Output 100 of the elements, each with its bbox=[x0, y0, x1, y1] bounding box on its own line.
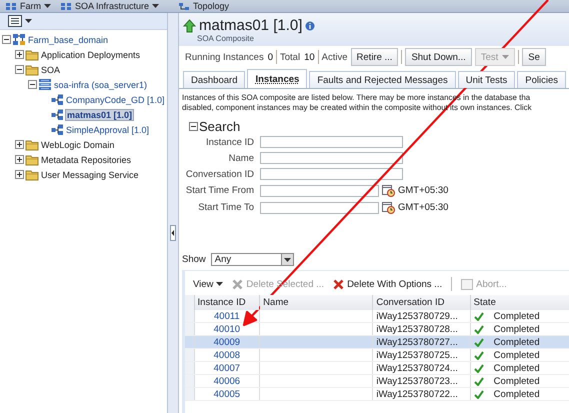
state-text: Completed bbox=[494, 310, 540, 322]
column-header[interactable]: Instance ID bbox=[194, 295, 260, 310]
view-menu[interactable]: View bbox=[193, 278, 224, 290]
state-text: Completed bbox=[494, 376, 540, 386]
row-header-cell[interactable] bbox=[185, 348, 194, 362]
expander-icon[interactable] bbox=[15, 170, 24, 179]
composite-icon bbox=[51, 108, 64, 120]
row-header-cell[interactable] bbox=[185, 362, 194, 374]
tree-item[interactable]: CompanyCode_GD [1.0] bbox=[65, 94, 166, 104]
table-cell: iWay1253780723... bbox=[372, 374, 470, 388]
check-icon bbox=[474, 350, 484, 360]
tab[interactable]: Policies bbox=[517, 71, 566, 88]
toolbar-button[interactable]: Se bbox=[522, 48, 546, 66]
tab[interactable]: Dashboard bbox=[183, 71, 246, 88]
toolbar-action[interactable]: Delete With Options ... bbox=[333, 278, 442, 290]
composite-icon bbox=[51, 94, 64, 106]
column-header[interactable]: Name bbox=[260, 295, 373, 310]
check-icon bbox=[474, 364, 484, 372]
info-icon[interactable] bbox=[305, 20, 316, 30]
menu[interactable]: Farm bbox=[6, 1, 51, 11]
caret-icon bbox=[502, 55, 510, 59]
table-row[interactable]: 40006 iWay1253780723... Completed bbox=[185, 374, 569, 388]
tree-item[interactable]: soa-infra (soa_server1) bbox=[53, 80, 148, 90]
row-header-cell[interactable] bbox=[185, 374, 194, 388]
tree-item[interactable]: matmas01 [1.0] bbox=[65, 108, 134, 120]
tree-item[interactable]: User Messaging Service bbox=[40, 170, 140, 180]
diagram-icon bbox=[179, 2, 190, 10]
table-row[interactable]: 40005 iWay1253780722... Completed bbox=[185, 388, 569, 400]
state-text: Completed bbox=[494, 362, 540, 374]
instance-id-link[interactable]: 40007 bbox=[194, 362, 260, 374]
expander-icon[interactable] bbox=[15, 50, 24, 59]
check-icon bbox=[474, 338, 484, 346]
table-row[interactable]: 40007 iWay1253780724... Completed bbox=[185, 362, 569, 374]
expander-icon[interactable] bbox=[15, 65, 24, 74]
composite-subtitle: SOA Composite bbox=[196, 34, 255, 43]
state-text: Completed bbox=[494, 336, 540, 348]
tab[interactable]: Unit Tests bbox=[458, 71, 516, 88]
expander-icon[interactable] bbox=[28, 80, 37, 89]
expander-icon[interactable] bbox=[2, 35, 11, 44]
tab[interactable]: Instances bbox=[247, 69, 308, 88]
input-field[interactable] bbox=[260, 136, 403, 148]
menu[interactable]: SOA Infrastructure bbox=[61, 1, 160, 11]
delete-icon bbox=[232, 278, 244, 290]
list-view-icon[interactable] bbox=[8, 15, 22, 27]
tree-item[interactable]: Application Deployments bbox=[40, 50, 142, 60]
calendar-clock-icon[interactable] bbox=[382, 201, 395, 214]
check-icon bbox=[474, 376, 484, 386]
folder-icon bbox=[25, 154, 39, 166]
toolbar-button[interactable]: Shut Down... bbox=[405, 48, 472, 66]
header-corner bbox=[185, 295, 194, 310]
tree-item[interactable]: Metadata Repositories bbox=[40, 154, 132, 164]
state-text: Completed bbox=[494, 350, 540, 360]
instance-id-link[interactable]: 40009 bbox=[194, 336, 260, 348]
instance-id-link[interactable]: 40008 bbox=[194, 348, 260, 362]
field-label: Name bbox=[228, 152, 254, 164]
show-select[interactable]: Any bbox=[210, 253, 294, 266]
caret-icon bbox=[284, 258, 291, 262]
tree-item[interactable]: WebLogic Domain bbox=[40, 140, 116, 150]
input-field[interactable] bbox=[260, 168, 403, 180]
folder-icon bbox=[25, 168, 39, 180]
instance-id-link[interactable]: 40006 bbox=[194, 374, 260, 388]
folder-icon bbox=[25, 138, 39, 150]
tree-item[interactable]: SOA bbox=[40, 64, 62, 74]
show-label: Show bbox=[182, 254, 206, 265]
expander-icon[interactable] bbox=[15, 155, 24, 164]
input-field[interactable] bbox=[260, 152, 403, 164]
abort-icon bbox=[461, 278, 474, 290]
tree-item[interactable]: Farm_base_domain bbox=[27, 34, 110, 44]
collapse-handle-icon[interactable] bbox=[170, 225, 176, 241]
table-cell: iWay1253780725... bbox=[372, 348, 470, 362]
collapse-icon[interactable] bbox=[189, 122, 198, 131]
row-header-cell[interactable] bbox=[185, 310, 194, 322]
row-header-cell[interactable] bbox=[185, 322, 194, 336]
instance-stat: Total 10 bbox=[280, 52, 315, 62]
toolbar-button[interactable]: Retire ... bbox=[350, 48, 398, 66]
caret-icon bbox=[216, 282, 224, 286]
tab[interactable]: Faults and Rejected Messages bbox=[309, 71, 456, 88]
column-header[interactable]: State bbox=[470, 295, 569, 310]
tree-item[interactable]: SimpleApproval [1.0] bbox=[65, 124, 150, 134]
up-arrow-icon bbox=[183, 18, 196, 32]
table-row[interactable]: 40009 iWay1253780727... Completed bbox=[185, 336, 569, 348]
table-cell: iWay1253780727... bbox=[372, 336, 470, 348]
instance-id-link[interactable]: 40005 bbox=[194, 388, 260, 400]
topology-link[interactable]: Topology bbox=[179, 1, 230, 11]
date-field[interactable] bbox=[260, 202, 379, 214]
check-icon bbox=[474, 312, 484, 320]
field-label: Conversation ID bbox=[184, 168, 254, 180]
field-label: Start Time To bbox=[197, 202, 254, 213]
folder-icon bbox=[25, 48, 39, 60]
table-row[interactable]: 40008 iWay1253780725... Completed bbox=[185, 348, 569, 362]
date-field[interactable] bbox=[260, 184, 379, 196]
column-header[interactable]: Conversation ID bbox=[372, 295, 470, 310]
caret-icon bbox=[44, 4, 51, 8]
section-title: Search bbox=[199, 119, 240, 134]
expander-icon[interactable] bbox=[15, 140, 24, 149]
timezone-label: GMT+05:30 bbox=[398, 202, 448, 213]
calendar-clock-icon[interactable] bbox=[382, 184, 395, 197]
row-header-cell[interactable] bbox=[185, 388, 194, 400]
row-header-cell[interactable] bbox=[185, 336, 194, 348]
delete-icon bbox=[333, 278, 344, 290]
